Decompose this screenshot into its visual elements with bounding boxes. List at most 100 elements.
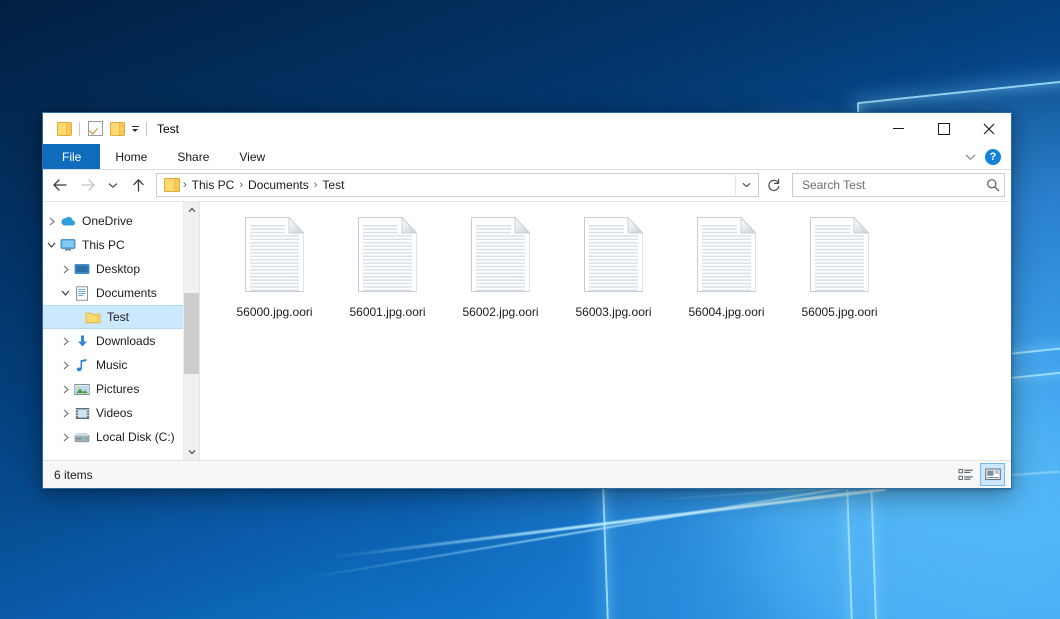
search-box[interactable]	[792, 173, 1005, 197]
sidebar-item-documents[interactable]: Documents	[43, 281, 183, 305]
minimize-icon	[893, 128, 904, 129]
tab-file[interactable]: File	[43, 144, 100, 169]
recent-locations-button[interactable]	[103, 172, 123, 198]
generic-document-icon	[809, 216, 871, 294]
this-pc-monitor-icon	[60, 237, 76, 253]
file-explorer-window: Test File Home Share View	[42, 112, 1012, 489]
minimize-button[interactable]	[876, 113, 921, 144]
up-button[interactable]	[125, 172, 151, 198]
file-item[interactable]: 56000.jpg.oori	[218, 214, 331, 320]
breadcrumb[interactable]: › This PC › Documents › Test	[156, 173, 759, 197]
customize-quick-access-caret-icon[interactable]	[128, 118, 142, 140]
properties-checkbox-icon[interactable]	[84, 118, 106, 140]
ribbon-collapse-button[interactable]	[960, 147, 980, 167]
navigation-pane: OneDrive This PC	[43, 202, 200, 460]
expander-collapsed-icon[interactable]	[57, 353, 74, 377]
expander-collapsed-icon[interactable]	[57, 257, 74, 281]
folder-icon	[85, 309, 101, 325]
large-icons-view-icon	[985, 468, 1001, 481]
chevron-down-icon	[965, 153, 976, 161]
tab-view[interactable]: View	[224, 144, 280, 169]
scroll-down-arrow-icon	[188, 449, 196, 455]
breadcrumb-item-documents[interactable]: Documents	[244, 178, 313, 192]
sidebar-item-downloads[interactable]: Downloads	[43, 329, 183, 353]
search-icon[interactable]	[986, 178, 1000, 192]
status-bar: 6 items	[43, 460, 1011, 488]
breadcrumb-dropdown-button[interactable]	[735, 175, 756, 195]
close-icon	[983, 123, 995, 135]
generic-document-icon	[696, 216, 758, 294]
sidebar-item-label: Videos	[96, 406, 132, 420]
details-view-icon	[958, 468, 974, 482]
breadcrumb-item-test[interactable]: Test	[318, 178, 348, 192]
file-item[interactable]: 56002.jpg.oori	[444, 214, 557, 320]
back-button[interactable]	[47, 172, 73, 198]
sidebar-item-this-pc[interactable]: This PC	[43, 233, 183, 257]
refresh-icon	[767, 178, 781, 192]
sidebar-item-label: Music	[96, 358, 127, 372]
scroll-up-arrow-icon	[188, 207, 196, 213]
help-button[interactable]: ?	[985, 149, 1001, 165]
sidebar-item-label: Pictures	[96, 382, 139, 396]
forward-arrow-icon	[80, 178, 96, 192]
desktop-icon	[74, 261, 90, 277]
sidebar-item-videos[interactable]: Videos	[43, 401, 183, 425]
recent-locations-chevron-icon	[108, 182, 118, 189]
scrollbar-thumb[interactable]	[184, 293, 199, 374]
file-name-label: 56002.jpg.oori	[459, 304, 541, 320]
expander-collapsed-icon[interactable]	[57, 377, 74, 401]
file-list-pane[interactable]: 56000.jpg.oori 56001.jpg.oori 56002.jpg.…	[200, 202, 1011, 460]
expander-collapsed-icon[interactable]	[57, 329, 74, 353]
sidebar-item-test[interactable]: Test	[43, 305, 183, 329]
quick-access-toolbar: Test	[43, 113, 179, 144]
file-grid: 56000.jpg.oori 56001.jpg.oori 56002.jpg.…	[218, 214, 1001, 320]
hard-disk-icon	[74, 429, 90, 445]
title-bar[interactable]: Test	[43, 113, 1011, 144]
file-item[interactable]: 56001.jpg.oori	[331, 214, 444, 320]
expander-none	[74, 305, 85, 329]
sidebar-item-pictures[interactable]: Pictures	[43, 377, 183, 401]
toolbar-separator	[79, 122, 80, 136]
forward-button[interactable]	[75, 172, 101, 198]
scrollbar-track[interactable]	[184, 218, 199, 444]
sidebar-item-label: Local Disk (C:)	[96, 430, 175, 444]
expander-expanded-icon[interactable]	[57, 281, 74, 305]
maximize-icon	[938, 123, 950, 135]
close-button[interactable]	[966, 113, 1011, 144]
expander-collapsed-icon[interactable]	[57, 425, 74, 449]
details-view-button[interactable]	[953, 463, 978, 486]
refresh-button[interactable]	[762, 174, 786, 196]
file-item[interactable]: 56003.jpg.oori	[557, 214, 670, 320]
address-bar: › This PC › Documents › Test	[43, 170, 1011, 201]
breadcrumb-folder-icon	[164, 178, 180, 192]
scroll-down-button[interactable]	[184, 444, 199, 460]
tab-home[interactable]: Home	[100, 144, 162, 169]
expander-expanded-icon[interactable]	[43, 233, 60, 257]
large-icons-view-button[interactable]	[980, 463, 1005, 486]
sidebar-item-music[interactable]: Music	[43, 353, 183, 377]
sidebar-item-onedrive[interactable]: OneDrive	[43, 209, 183, 233]
ribbon-right-controls: ?	[960, 144, 1007, 169]
file-item[interactable]: 56004.jpg.oori	[670, 214, 783, 320]
sidebar-item-local-disk-c[interactable]: Local Disk (C:)	[43, 425, 183, 449]
tab-share[interactable]: Share	[162, 144, 224, 169]
sidebar-item-label: OneDrive	[82, 214, 133, 228]
navigation-tree: OneDrive This PC	[43, 202, 183, 460]
sidebar-item-label: Test	[107, 310, 129, 324]
file-item[interactable]: 56005.jpg.oori	[783, 214, 896, 320]
ribbon-tab-strip: File Home Share View ?	[43, 144, 1011, 170]
new-folder-icon[interactable]	[106, 118, 128, 140]
search-input[interactable]	[800, 177, 986, 193]
navigation-pane-scrollbar[interactable]	[183, 202, 199, 460]
scroll-up-button[interactable]	[184, 202, 199, 218]
breadcrumb-item-this-pc[interactable]: This PC	[188, 178, 239, 192]
expander-collapsed-icon[interactable]	[43, 209, 60, 233]
maximize-button[interactable]	[921, 113, 966, 144]
folder-icon[interactable]	[53, 118, 75, 140]
onedrive-cloud-icon	[60, 213, 76, 229]
expander-collapsed-icon[interactable]	[57, 401, 74, 425]
sidebar-item-label: This PC	[82, 238, 125, 252]
sidebar-item-desktop[interactable]: Desktop	[43, 257, 183, 281]
view-toggle-group	[953, 463, 1005, 486]
file-name-label: 56004.jpg.oori	[685, 304, 767, 320]
